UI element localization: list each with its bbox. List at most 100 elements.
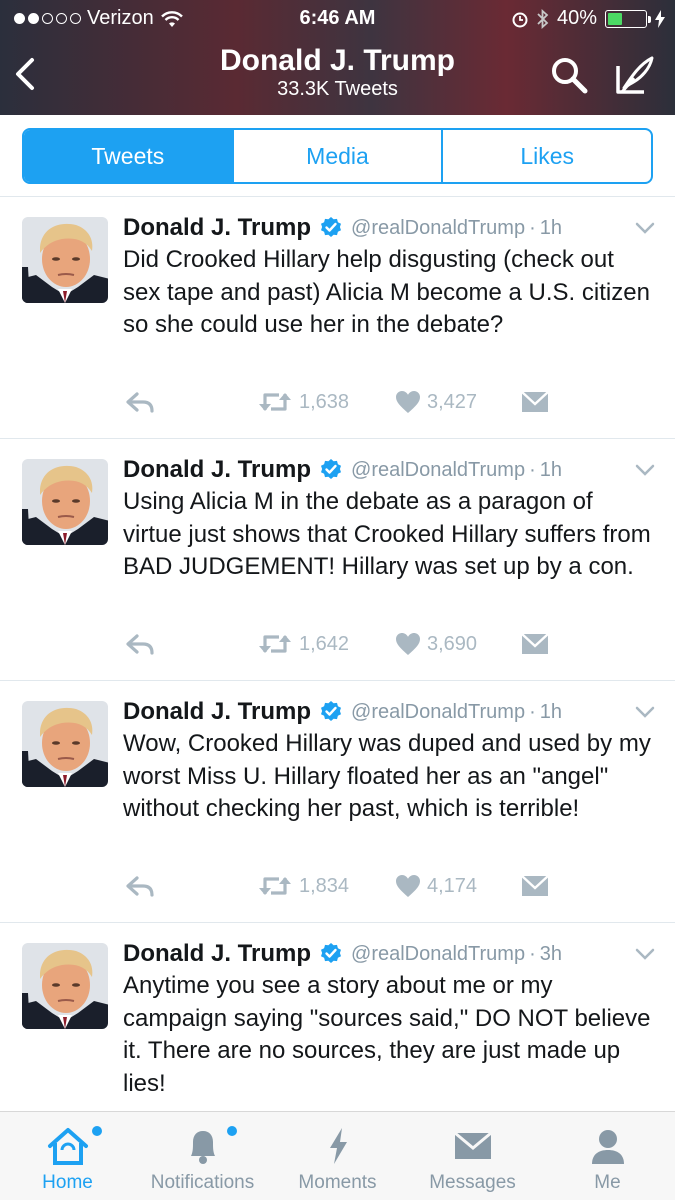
author-name[interactable]: Donald J. Trump	[123, 940, 311, 968]
chevron-down-icon[interactable]	[634, 221, 656, 235]
tab-me[interactable]: Me	[540, 1112, 675, 1200]
segmented-control: Tweets Media Likes	[22, 128, 653, 184]
envelope-icon	[521, 391, 549, 412]
retweet-button[interactable]: 1,638	[257, 385, 349, 419]
direct-message-button[interactable]	[521, 385, 549, 419]
reply-button[interactable]	[125, 869, 155, 903]
retweet-icon	[259, 635, 291, 653]
avatar-portrait	[22, 217, 108, 303]
compose-tweet-button[interactable]	[610, 52, 658, 98]
author-handle[interactable]: @realDonaldTrump	[351, 459, 525, 482]
tweet-timestamp: 1h	[539, 458, 563, 481]
like-count: 4,174	[427, 874, 478, 897]
author-name[interactable]: Donald J. Trump	[123, 698, 311, 726]
author-handle[interactable]: @realDonaldTrump	[351, 701, 525, 724]
status-right: 40%	[511, 7, 665, 30]
tab-moments[interactable]: Moments	[270, 1112, 405, 1200]
tweet-actions: 1,638 3,427	[123, 385, 643, 419]
tab-home[interactable]: Home	[0, 1112, 135, 1200]
tweet-item[interactable]: Donald J. Trump @realDonaldTrump · 1h Us…	[0, 439, 675, 681]
author-name[interactable]: Donald J. Trump	[123, 214, 311, 242]
profile-header: Verizon 6:46 AM 40% Donald J. Trump 33.3…	[0, 0, 675, 115]
like-button[interactable]: 3,427	[395, 385, 477, 419]
envelope-icon	[451, 1126, 495, 1166]
chevron-down-icon[interactable]	[634, 463, 656, 477]
lightning-icon	[316, 1126, 360, 1166]
battery-icon	[605, 9, 651, 28]
tab-notifications[interactable]: Notifications	[135, 1112, 270, 1200]
like-button[interactable]: 3,690	[395, 627, 477, 661]
retweet-button[interactable]: 1,642	[257, 627, 349, 661]
verified-badge-icon	[321, 459, 342, 479]
direct-message-button[interactable]	[521, 869, 549, 903]
chevron-down-icon[interactable]	[634, 705, 656, 719]
meta-separator: ·	[529, 216, 536, 239]
tweet-header: Donald J. Trump @realDonaldTrump · 3h	[123, 937, 643, 971]
tab-media[interactable]: Media	[231, 130, 442, 182]
tab-messages[interactable]: Messages	[405, 1112, 540, 1200]
envelope-icon	[521, 875, 549, 896]
meta-separator: ·	[529, 700, 536, 723]
like-count: 3,427	[427, 390, 478, 413]
retweet-count: 1,638	[299, 390, 350, 413]
like-button[interactable]: 4,174	[395, 869, 477, 903]
tab-tweets[interactable]: Tweets	[24, 130, 232, 182]
avatar[interactable]	[22, 943, 108, 1029]
tweet-timestamp: 1h	[539, 700, 563, 723]
tweet-actions: 1,642 3,690	[123, 627, 643, 661]
tweet-text: Anytime you see a story about me or my c…	[123, 972, 651, 1097]
author-handle[interactable]: @realDonaldTrump	[351, 217, 525, 240]
heart-icon	[396, 633, 420, 655]
status-bar: Verizon 6:46 AM 40%	[0, 0, 675, 38]
avatar-portrait	[22, 943, 108, 1029]
reply-button[interactable]	[125, 385, 155, 419]
profile-tabs-bar: Tweets Media Likes	[0, 115, 675, 197]
retweet-icon	[259, 393, 291, 411]
home-unread-dot	[91, 1126, 102, 1136]
heart-icon	[396, 875, 420, 897]
avatar[interactable]	[22, 459, 108, 545]
avatar[interactable]	[22, 701, 108, 787]
battery-percent: 40%	[556, 7, 597, 29]
tweet-header: Donald J. Trump @realDonaldTrump · 1h	[123, 211, 643, 245]
author-name[interactable]: Donald J. Trump	[123, 456, 311, 484]
avatar[interactable]	[22, 217, 108, 303]
tweet-timestamp: 1h	[539, 216, 563, 239]
reply-button[interactable]	[125, 627, 155, 661]
person-icon	[586, 1126, 630, 1166]
reply-icon	[126, 876, 154, 897]
verified-badge-icon	[321, 217, 342, 237]
tweet-timestamp: 3h	[539, 942, 563, 965]
tweet-text: Wow, Crooked Hillary was duped and used …	[123, 730, 651, 822]
meta-separator: ·	[529, 458, 536, 481]
avatar-portrait	[22, 459, 108, 545]
tweet-header: Donald J. Trump @realDonaldTrump · 1h	[123, 453, 643, 487]
chevron-down-icon[interactable]	[634, 947, 656, 961]
tab-likes[interactable]: Likes	[441, 130, 651, 182]
tweet-item[interactable]: Donald J. Trump @realDonaldTrump · 3h An…	[0, 923, 675, 1111]
meta-separator: ·	[529, 942, 536, 965]
tab-label-home: Home	[42, 1172, 93, 1193]
tweet-actions: 1,834 4,174	[123, 869, 643, 903]
retweet-count: 1,834	[299, 874, 350, 897]
author-handle[interactable]: @realDonaldTrump	[351, 943, 525, 966]
retweet-button[interactable]: 1,834	[257, 869, 349, 903]
verified-badge-icon	[321, 701, 342, 721]
tweet-item[interactable]: Donald J. Trump @realDonaldTrump · 1h Di…	[0, 197, 675, 439]
tweet-item[interactable]: Donald J. Trump @realDonaldTrump · 1h Wo…	[0, 681, 675, 923]
tab-label-me: Me	[594, 1172, 621, 1193]
reply-icon	[126, 392, 154, 413]
bluetooth-icon	[537, 8, 549, 29]
tab-label-messages: Messages	[429, 1172, 516, 1193]
tab-label-notifications: Notifications	[150, 1172, 255, 1193]
search-button[interactable]	[548, 54, 590, 96]
direct-message-button[interactable]	[521, 627, 549, 661]
like-count: 3,690	[427, 632, 478, 655]
retweet-count: 1,642	[299, 632, 350, 655]
tweet-text: Using Alicia M in the debate as a parago…	[123, 488, 651, 580]
retweet-icon	[259, 877, 291, 895]
tweet-feed[interactable]: Donald J. Trump @realDonaldTrump · 1h Di…	[0, 197, 675, 1111]
tweet-text: Did Crooked Hillary help disgusting (che…	[123, 246, 650, 338]
tweet-header: Donald J. Trump @realDonaldTrump · 1h	[123, 695, 643, 729]
notifications-unread-dot	[226, 1126, 237, 1136]
